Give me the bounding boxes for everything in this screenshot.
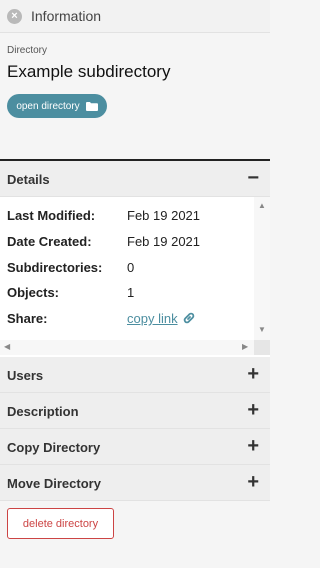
detail-label: Date Created:: [7, 234, 92, 249]
detail-label: Last Modified:: [7, 208, 96, 223]
detail-label: Share:: [7, 311, 48, 326]
collapse-icon[interactable]: −: [247, 167, 259, 189]
section-description[interactable]: Description +: [0, 393, 270, 429]
info-panel-header: × Information: [0, 0, 270, 33]
share-value: copy link: [127, 311, 196, 328]
section-users[interactable]: Users +: [0, 357, 270, 393]
scrollbar-corner: [254, 340, 270, 355]
folder-icon: [85, 101, 98, 111]
section-description-title: Description: [7, 404, 79, 419]
details-list: Last Modified: Feb 19 2021 Date Created:…: [0, 197, 254, 340]
horizontal-scrollbar[interactable]: ◀ ▶: [0, 340, 254, 355]
open-directory-label: open directory: [16, 100, 80, 112]
item-kind-label: Directory: [7, 45, 48, 56]
scroll-down-icon[interactable]: ▼: [258, 325, 266, 334]
expand-icon[interactable]: +: [247, 435, 259, 457]
section-copy-directory[interactable]: Copy Directory +: [0, 429, 270, 465]
directory-name: Example subdirectory: [7, 62, 171, 81]
link-icon[interactable]: [182, 311, 196, 328]
section-details-title: Details: [7, 172, 50, 187]
section-copy-directory-title: Copy Directory: [7, 440, 101, 455]
section-move-directory[interactable]: Move Directory +: [0, 465, 270, 501]
scroll-up-icon[interactable]: ▲: [258, 201, 266, 210]
expand-icon[interactable]: +: [247, 399, 259, 421]
section-details[interactable]: Details −: [0, 161, 270, 197]
detail-label: Subdirectories:: [7, 260, 103, 275]
detail-label: Objects:: [7, 285, 60, 300]
section-move-directory-title: Move Directory: [7, 476, 101, 491]
scroll-left-icon[interactable]: ◀: [4, 342, 10, 351]
expand-icon[interactable]: +: [247, 471, 259, 493]
copy-link[interactable]: copy link: [127, 311, 178, 326]
panel-title: Information: [31, 8, 102, 24]
vertical-scrollbar[interactable]: ▲ ▼: [254, 197, 270, 340]
details-panel: Last Modified: Feb 19 2021 Date Created:…: [0, 197, 270, 357]
close-icon[interactable]: ×: [7, 9, 22, 24]
section-users-title: Users: [7, 368, 44, 383]
directory-header: Directory Example subdirectory open dire…: [0, 33, 270, 160]
detail-value: Feb 19 2021: [127, 208, 201, 223]
detail-value: 0: [127, 260, 135, 275]
detail-value: Feb 19 2021: [127, 234, 201, 249]
detail-value: 1: [127, 285, 135, 300]
expand-icon[interactable]: +: [247, 363, 259, 385]
delete-directory-button[interactable]: delete directory: [7, 508, 114, 539]
open-directory-button[interactable]: open directory: [7, 94, 107, 118]
scroll-right-icon[interactable]: ▶: [242, 342, 248, 351]
